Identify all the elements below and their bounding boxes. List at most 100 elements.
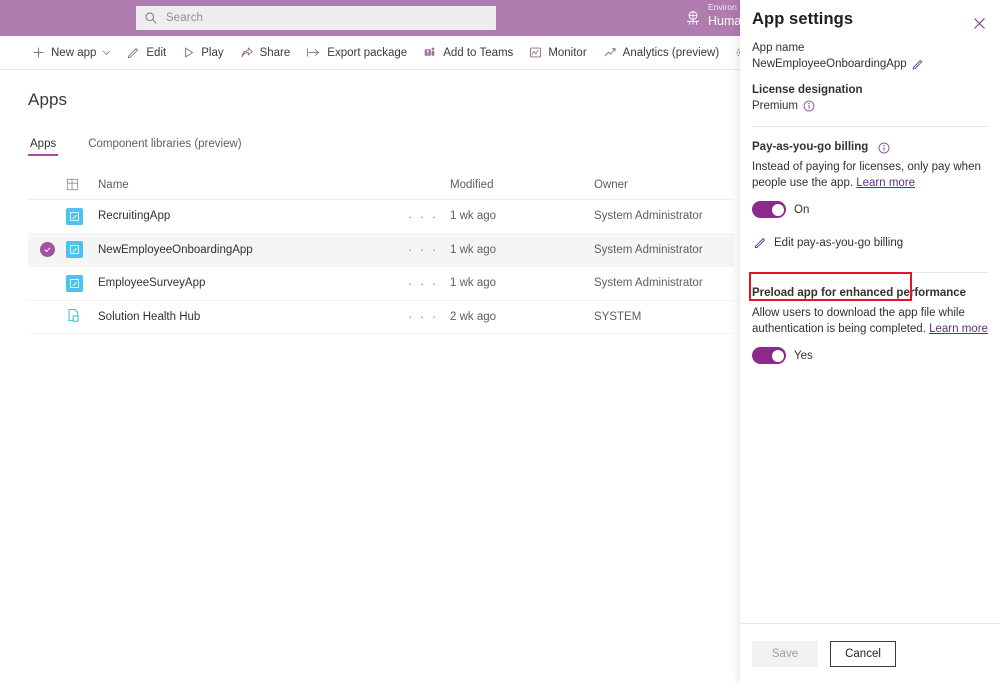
share-icon [240,46,254,59]
tab-apps[interactable]: Apps [28,138,58,156]
row-more-menu[interactable]: · · · [408,309,450,324]
edit-payg-billing-button[interactable]: Edit pay-as-you-go billing [752,232,905,253]
monitor-button[interactable]: Monitor [521,36,594,70]
edit-button[interactable]: Edit [119,36,174,70]
row-owner: SYSTEM [594,311,734,323]
edit-label: Edit [146,47,166,59]
info-icon[interactable] [878,142,890,154]
plus-icon [32,46,45,59]
app-settings-panel: App settings App name NewEmployeeOnboard… [740,0,1000,683]
play-button[interactable]: Play [174,36,231,70]
info-icon[interactable] [803,100,815,112]
new-app-button[interactable]: New app [24,36,119,70]
row-owner: System Administrator [594,277,734,289]
column-header-name[interactable]: Name [98,179,408,191]
table-row[interactable]: NewEmployeeOnboardingApp · · · 1 wk ago … [28,234,734,268]
analytics-label: Analytics (preview) [623,47,720,59]
license-designation-label: License designation [752,82,988,99]
save-button[interactable]: Save [752,641,818,667]
row-modified: 1 wk ago [450,277,594,289]
close-button[interactable] [968,12,990,34]
export-package-label: Export package [327,47,407,59]
page-title: Apps [28,90,67,110]
license-value-row: Premium [752,100,988,112]
row-app-icon-cell [66,275,98,292]
tab-component-libraries[interactable]: Component libraries (preview) [86,138,243,156]
payg-heading-row: Pay-as-you-go billing [752,139,988,156]
chevron-down-icon [102,48,111,57]
play-icon [182,46,195,59]
export-icon [306,46,321,59]
row-app-name[interactable]: EmployeeSurveyApp [98,277,408,289]
panel-divider [752,126,988,127]
column-header-owner[interactable]: Owner [594,179,734,191]
tab-apps-label: Apps [30,138,56,150]
pencil-icon [127,46,140,59]
add-to-teams-button[interactable]: Add to Teams [415,36,521,70]
canvas-app-icon [66,241,83,258]
table-row[interactable]: Solution Health Hub · · · 2 wk ago SYSTE… [28,301,734,335]
search-icon [144,11,158,25]
preload-toggle[interactable] [752,347,786,364]
share-label: Share [260,47,291,59]
row-app-name[interactable]: RecruitingApp [98,210,408,222]
add-to-teams-label: Add to Teams [443,47,513,59]
panel-title: App settings [752,10,853,29]
app-name-value-row: NewEmployeeOnboardingApp [752,58,988,70]
export-package-button[interactable]: Export package [298,36,415,70]
analytics-button[interactable]: Analytics (preview) [595,36,728,70]
row-more-menu[interactable]: · · · [408,242,450,257]
preload-description-block: Allow users to download the app file whi… [752,306,988,337]
preload-toggle-row: Yes [752,347,988,364]
monitor-icon [529,46,542,59]
payg-toggle-label: On [794,204,809,216]
cancel-button[interactable]: Cancel [830,641,896,667]
app-name-label: App name [752,40,988,57]
search-placeholder: Search [166,12,203,24]
row-app-icon-cell [66,208,98,225]
tab-component-libraries-label: Component libraries (preview) [88,138,241,150]
row-app-icon-cell [66,241,98,258]
row-modified: 1 wk ago [450,210,594,222]
table-header-icon-cell [66,178,98,191]
payg-toggle[interactable] [752,201,786,218]
panel-body: App name NewEmployeeOnboardingApp Licens… [740,40,1000,623]
preload-learn-more-link[interactable]: Learn more [929,323,988,335]
row-more-menu[interactable]: · · · [408,276,450,291]
environment-selector[interactable]: Environ Huma [684,3,741,28]
panel-divider [752,272,988,273]
monitor-label: Monitor [548,47,586,59]
row-selected-check-icon [40,242,55,257]
row-owner: System Administrator [594,210,734,222]
share-button[interactable]: Share [232,36,299,70]
play-label: Play [201,47,223,59]
app-name-value: NewEmployeeOnboardingApp [752,58,907,70]
table-row[interactable]: EmployeeSurveyApp · · · 1 wk ago System … [28,267,734,301]
canvas-app-icon [66,208,83,225]
new-app-label: New app [51,47,96,59]
payg-label: Pay-as-you-go billing [752,139,868,156]
row-app-name[interactable]: Solution Health Hub [98,311,408,323]
row-modified: 2 wk ago [450,311,594,323]
payg-toggle-row: On [752,201,988,218]
search-input[interactable]: Search [136,6,496,30]
column-header-modified[interactable]: Modified [450,179,594,191]
environment-label: Environ [708,3,741,13]
apps-table: Name Modified Owner RecruitingApp [28,170,734,334]
row-app-icon-cell [66,308,98,325]
app-root: Search Environ Huma New [0,0,1000,683]
license-value: Premium [752,100,798,112]
canvas-app-icon [66,275,83,292]
payg-learn-more-link[interactable]: Learn more [856,177,915,189]
pencil-icon[interactable] [912,58,924,70]
row-more-menu[interactable]: · · · [408,209,450,224]
solution-health-icon [66,308,83,325]
payg-description-block: Instead of paying for licenses, only pay… [752,160,988,191]
pencil-icon [754,236,767,249]
row-app-name[interactable]: NewEmployeeOnboardingApp [98,244,408,256]
table-row[interactable]: RecruitingApp · · · 1 wk ago System Admi… [28,200,734,234]
close-icon [973,17,986,30]
row-checkbox[interactable] [28,242,66,257]
table-header-row: Name Modified Owner [28,170,734,200]
row-modified: 1 wk ago [450,244,594,256]
